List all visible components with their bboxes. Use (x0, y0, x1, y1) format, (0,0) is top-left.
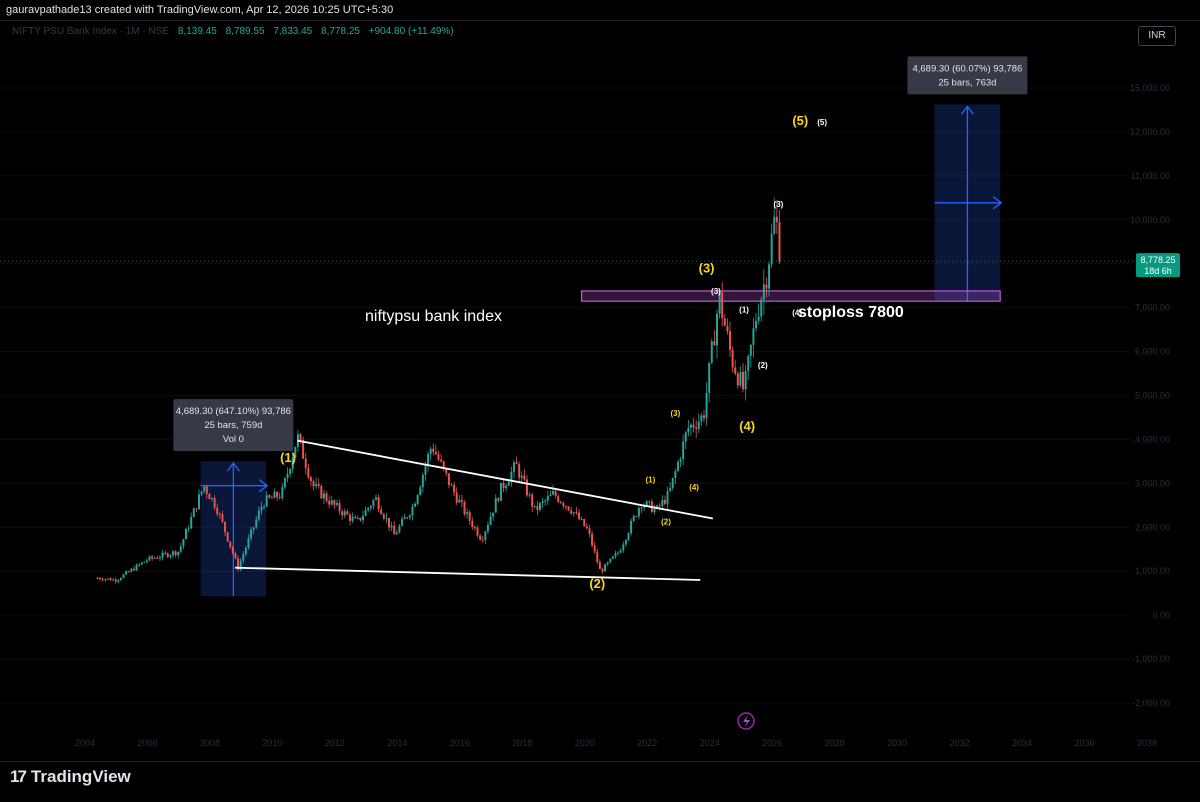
chart-area[interactable] (0, 20, 1200, 762)
low-value: 7,833.45 (273, 26, 313, 37)
brand-name: TradingView (30, 767, 131, 786)
ohlc-legend: NIFTY PSU Bank Index · 1M · NSE 8,139.45… (12, 26, 454, 37)
tradingview-brand[interactable]: 17 TradingView (10, 767, 131, 787)
close-value: 8,778.25 (321, 26, 360, 37)
footer-bar (0, 761, 1200, 802)
header-bar: gauravpathade13 created with TradingView… (0, 0, 1200, 20)
open-value: 8,139.45 (177, 26, 217, 37)
high-value: 8,789.55 (225, 26, 265, 37)
change-value: +904.80 (+11.49%) (368, 26, 454, 37)
symbol-label[interactable]: NIFTY PSU Bank Index · 1M · NSE (12, 26, 169, 37)
tradingview-logo-icon: 17 (10, 767, 27, 786)
attribution-text: gauravpathade13 created with TradingView… (6, 4, 394, 16)
currency-button[interactable]: INR (1138, 26, 1176, 46)
